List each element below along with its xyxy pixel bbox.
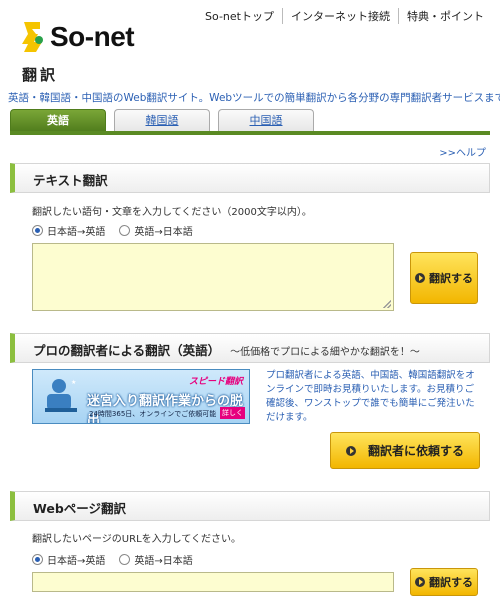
text-input[interactable] (32, 243, 394, 311)
language-tabs: 英語 韓国語 中国語 (10, 109, 322, 132)
radio-label[interactable]: 日本語→英語 (47, 223, 105, 238)
tab-english[interactable]: 英語 (10, 109, 106, 132)
radio-ja-en[interactable] (32, 225, 43, 236)
arrow-icon (415, 577, 425, 587)
help-link[interactable]: >>ヘルプ (439, 144, 486, 159)
translate-web-button[interactable]: 翻訳する (410, 568, 478, 596)
banner-tag: スピード翻訳 (188, 377, 243, 387)
pro-title: プロの翻訳者による翻訳（英語） (33, 343, 221, 358)
pro-description: プロ翻訳者による英語、中国語、韓国語翻訳をオンラインで即時お見積りいたします。お… (266, 370, 475, 423)
nav-internet[interactable]: インターネット接続 (282, 8, 398, 24)
text-translation-header: テキスト翻訳 (10, 163, 490, 193)
tab-chinese[interactable]: 中国語 (218, 109, 314, 132)
button-label: 翻訳する (429, 576, 473, 589)
button-label: 翻訳者に依頼する (367, 444, 464, 458)
radio-ja-en[interactable] (32, 554, 43, 565)
svg-text:★: ★ (71, 379, 76, 386)
tagline: 英語・韓国語・中国語のWeb翻訳サイト。Webツールでの簡単翻訳から各分野の専門… (8, 92, 500, 104)
resize-grip-icon[interactable] (383, 300, 391, 308)
web-instruction: 翻訳したいページのURLを入力してください。 (32, 534, 242, 545)
translate-text-button[interactable]: 翻訳する (410, 252, 478, 304)
section-title: Webページ翻訳 (33, 501, 127, 516)
radio-label[interactable]: 英語→日本語 (134, 552, 192, 567)
web-translation-header: Webページ翻訳 (10, 491, 490, 521)
request-translator-button[interactable]: 翻訳者に依頼する (330, 432, 480, 469)
banner-sub: 24時間365日、オンラインでご依頼可能 (89, 410, 217, 418)
url-input[interactable] (32, 572, 394, 592)
section-title: プロの翻訳者による翻訳（英語） 〜低価格でプロによる細やかな翻訳を！〜 (33, 340, 420, 359)
text-direction-radios: 日本語→英語 英語→日本語 (32, 223, 207, 238)
web-direction-radios: 日本語→英語 英語→日本語 (32, 552, 207, 567)
tab-korean[interactable]: 韓国語 (114, 109, 210, 132)
tab-underline (10, 131, 490, 135)
radio-label[interactable]: 英語→日本語 (134, 223, 192, 238)
radio-en-ja[interactable] (119, 554, 131, 565)
pro-translation-header: プロの翻訳者による翻訳（英語） 〜低価格でプロによる細やかな翻訳を！〜 (10, 333, 490, 363)
sonet-logo[interactable]: So-net (20, 18, 135, 56)
text-instruction: 翻訳したい語句・文章を入力してください（2000文字以内）。 (32, 207, 312, 218)
radio-en-ja[interactable] (119, 225, 131, 236)
speed-translation-banner[interactable]: ★ スピード翻訳 迷宮入り翻訳作業からの脱出 24時間365日、オンラインでご依… (32, 369, 250, 424)
banner-details-badge[interactable]: 詳しく (220, 407, 245, 419)
person-illustration-icon: ★ (41, 376, 79, 418)
arrow-icon (415, 273, 425, 283)
top-nav: So-netトップ インターネット接続 特典・ポイント (197, 8, 492, 24)
arrow-icon (345, 445, 356, 456)
logo-text: So-net (50, 21, 135, 52)
nav-points[interactable]: 特典・ポイント (398, 8, 492, 24)
radio-label[interactable]: 日本語→英語 (47, 552, 105, 567)
pro-subtitle: 〜低価格でプロによる細やかな翻訳を！〜 (230, 347, 420, 358)
section-title: テキスト翻訳 (33, 173, 108, 188)
button-label: 翻訳する (429, 272, 473, 285)
sonet-logo-icon (20, 20, 44, 54)
nav-sonet-top[interactable]: So-netトップ (197, 8, 282, 24)
page-title: 翻訳 (22, 66, 59, 84)
